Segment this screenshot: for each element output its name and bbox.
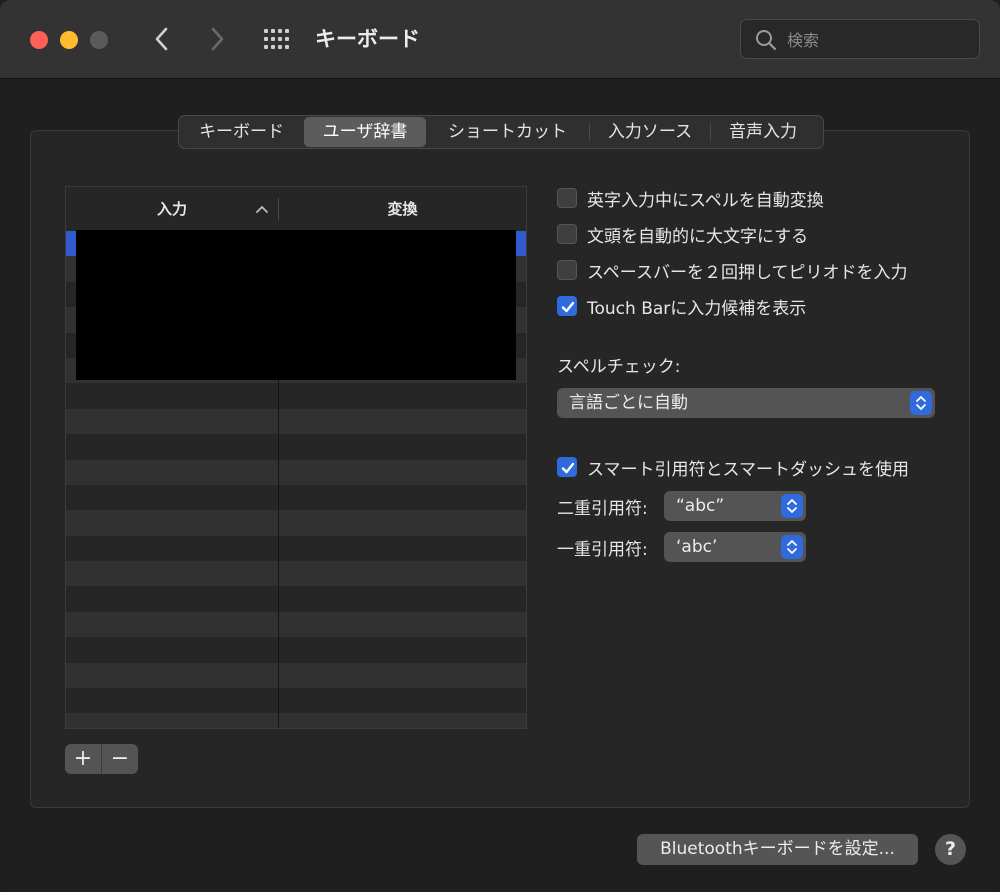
tab-bar: キーボード ユーザ辞書 ショートカット 入力ソース 音声入力 <box>178 115 824 149</box>
tab-shortcuts[interactable]: ショートカット <box>426 117 589 147</box>
minimize-button[interactable] <box>60 31 78 49</box>
setup-bluetooth-keyboard-button[interactable]: Bluetoothキーボードを設定... <box>637 834 918 865</box>
chevron-updown-icon <box>787 540 797 554</box>
close-button[interactable] <box>30 31 48 49</box>
option-touchbar[interactable]: Touch Barに入力候補を表示 <box>557 295 807 319</box>
table-row[interactable] <box>66 535 526 562</box>
grid-icon <box>264 29 289 49</box>
column-header-replace[interactable]: 変換 <box>279 187 526 231</box>
table-row[interactable] <box>66 561 526 587</box>
option-smart-quotes[interactable]: スマート引用符とスマートダッシュを使用 <box>557 456 909 480</box>
column-header-input[interactable]: 入力 <box>66 187 278 231</box>
remove-entry-button[interactable]: − <box>102 744 138 774</box>
search-icon <box>756 30 777 51</box>
option-label: Touch Barに入力候補を表示 <box>587 298 807 319</box>
double-quote-value: “abc” <box>676 496 725 516</box>
show-all-button[interactable] <box>262 26 292 52</box>
spellcheck-popup[interactable]: 言語ごとに自動 <box>557 388 935 418</box>
add-remove-control: + − <box>65 744 138 774</box>
zoom-button[interactable] <box>90 31 108 49</box>
checkbox-double-space[interactable] <box>557 260 577 280</box>
table-row[interactable] <box>66 510 526 536</box>
single-quote-value: ‘abc’ <box>676 537 718 557</box>
checkmark-icon <box>561 462 575 474</box>
table-row[interactable] <box>66 611 526 638</box>
option-double-space[interactable]: スペースバーを２回押してピリオドを入力 <box>557 259 908 283</box>
table-row[interactable] <box>66 637 526 663</box>
title-bar: キーボード <box>0 0 1000 79</box>
table-row[interactable] <box>66 434 526 460</box>
tab-user-dictionary[interactable]: ユーザ辞書 <box>304 117 426 147</box>
option-capitalize[interactable]: 文頭を自動的に大文字にする <box>557 223 809 247</box>
table-header: 入力 変換 <box>66 187 526 232</box>
checkbox-smart-quotes[interactable] <box>557 457 577 477</box>
table-row[interactable] <box>66 688 526 714</box>
redacted-region <box>76 230 516 380</box>
tab-keyboard[interactable]: キーボード <box>179 117 304 147</box>
table-row[interactable] <box>66 408 526 435</box>
popup-arrows <box>781 535 803 559</box>
search-input[interactable] <box>785 24 969 56</box>
spellcheck-value: 言語ごとに自動 <box>569 393 688 413</box>
option-label: 英字入力中にスペルを自動変換 <box>587 190 824 211</box>
checkbox-touchbar[interactable] <box>557 296 577 316</box>
table-row[interactable] <box>66 713 526 728</box>
checkbox-capitalize[interactable] <box>557 224 577 244</box>
spellcheck-label: スペルチェック: <box>557 357 681 377</box>
preferences-window: キーボード キーボード ユーザ辞書 ショートカット 入力ソース 音声入力 入力 … <box>0 0 1000 892</box>
back-button[interactable] <box>145 22 179 56</box>
double-quote-label: 二重引用符: <box>557 499 648 519</box>
forward-button[interactable] <box>200 22 234 56</box>
selection-highlight <box>66 231 76 256</box>
option-spell-auto[interactable]: 英字入力中にスペルを自動変換 <box>557 187 824 211</box>
table-row[interactable] <box>66 484 526 511</box>
double-quote-popup[interactable]: “abc” <box>664 491 806 521</box>
add-entry-button[interactable]: + <box>65 744 101 774</box>
help-button[interactable]: ? <box>935 834 966 865</box>
popup-arrows <box>910 391 932 415</box>
search-field[interactable] <box>740 19 980 59</box>
option-label: 文頭を自動的に大文字にする <box>587 226 809 247</box>
tab-input-sources[interactable]: 入力ソース <box>590 117 710 147</box>
chevron-right-icon <box>211 27 224 51</box>
chevron-updown-icon <box>787 499 797 513</box>
table-row[interactable] <box>66 459 526 485</box>
selection-highlight <box>516 231 526 256</box>
window-title: キーボード <box>315 27 420 51</box>
single-quote-popup[interactable]: ‘abc’ <box>664 532 806 562</box>
popup-arrows <box>781 494 803 518</box>
table-row[interactable] <box>66 662 526 689</box>
checkbox-spell-auto[interactable] <box>557 188 577 208</box>
chevron-updown-icon <box>916 396 926 410</box>
single-quote-label: 一重引用符: <box>557 540 648 560</box>
option-label: スペースバーを２回押してピリオドを入力 <box>587 262 908 283</box>
table-row[interactable] <box>66 383 526 409</box>
option-label: スマート引用符とスマートダッシュを使用 <box>587 459 909 480</box>
checkmark-icon <box>561 301 575 313</box>
sort-ascending-icon <box>256 205 268 213</box>
table-row[interactable] <box>66 586 526 612</box>
tab-dictation[interactable]: 音声入力 <box>711 117 815 147</box>
chevron-left-icon <box>155 27 168 51</box>
